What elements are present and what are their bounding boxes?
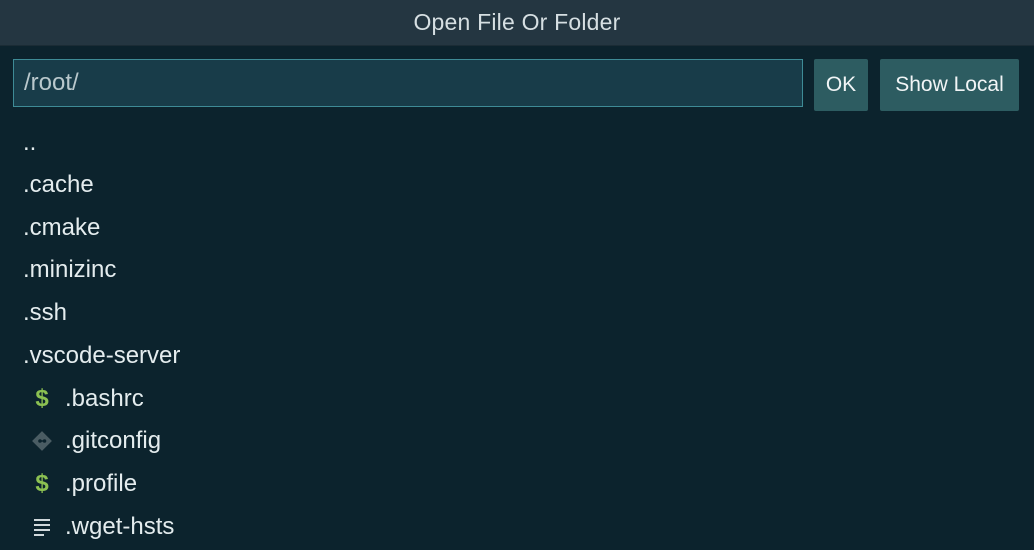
item-label: .profile: [65, 470, 138, 497]
open-file-dialog: Open File Or Folder OK Show Local .. .ca…: [0, 0, 1034, 550]
item-label: .bashrc: [65, 385, 144, 412]
item-label: .gitconfig: [65, 427, 162, 454]
path-input[interactable]: [13, 59, 803, 107]
list-item-file[interactable]: $ .profile: [0, 463, 1034, 505]
item-label: .ssh: [23, 299, 68, 326]
list-item-file[interactable]: .gitconfig: [0, 420, 1034, 462]
ok-button[interactable]: OK: [814, 59, 868, 111]
list-item-directory[interactable]: .cache: [0, 164, 1034, 206]
list-item-file[interactable]: $ .bashrc: [0, 378, 1034, 420]
item-label: .vscode-server: [23, 342, 181, 369]
list-item-directory[interactable]: .vscode-server: [0, 335, 1034, 377]
dialog-title: Open File Or Folder: [0, 0, 1034, 46]
item-label: .cmake: [23, 214, 101, 241]
shell-dollar-icon: $: [35, 385, 49, 412]
list-item-parent-directory[interactable]: ..: [0, 122, 1034, 164]
git-icon: [29, 430, 55, 452]
item-label: .cache: [23, 171, 94, 198]
list-item-directory[interactable]: .minizinc: [0, 249, 1034, 291]
item-label: ..: [23, 129, 37, 156]
list-item-directory[interactable]: .cmake: [0, 207, 1034, 249]
item-label: .minizinc: [23, 256, 117, 283]
text-file-icon: [29, 518, 55, 536]
item-label: .wget-hsts: [65, 513, 175, 540]
list-item-directory[interactable]: .ssh: [0, 292, 1034, 334]
list-item-file[interactable]: .wget-hsts: [0, 506, 1034, 548]
show-local-button[interactable]: Show Local: [880, 59, 1019, 111]
shell-dollar-icon: $: [35, 470, 49, 497]
